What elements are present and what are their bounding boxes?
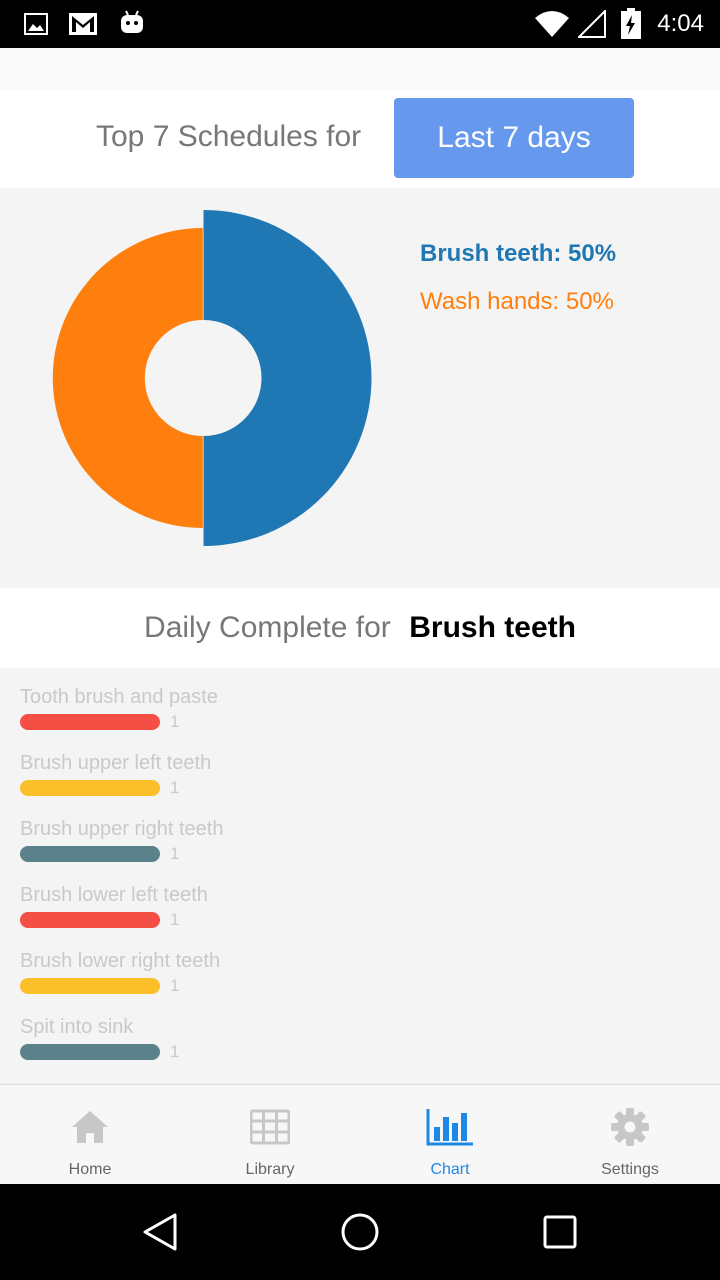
step-count: 1 [170, 778, 180, 797]
signal-icon [578, 10, 606, 38]
gear-icon [611, 1108, 649, 1146]
step-label: Tooth brush and paste [20, 686, 218, 708]
nav-item-settings[interactable]: Settings [540, 1085, 720, 1185]
nav-label: Chart [430, 1161, 470, 1178]
nav-item-library[interactable]: Library [180, 1085, 360, 1185]
daily-complete-header: Daily Complete for Brush teeth [0, 588, 720, 668]
pie-chart [52, 210, 372, 546]
nav-item-chart[interactable]: Chart [360, 1085, 540, 1185]
step-label: Brush lower right teeth [20, 950, 221, 972]
step-count: 1 [170, 976, 180, 995]
grid-icon [250, 1109, 290, 1145]
status-time: 4:04 [657, 10, 704, 37]
step-bar [20, 912, 160, 928]
top-spacer [0, 48, 720, 90]
home-circle-icon[interactable] [340, 1212, 380, 1252]
image-icon [24, 13, 48, 35]
chart-legend: Brush teeth: 50% Wash hands: 50% [420, 240, 616, 336]
status-bar: 4:04 [0, 0, 720, 48]
list-item: Spit into sink 1 [20, 998, 420, 1064]
step-count: 1 [170, 910, 180, 929]
daily-schedule-name: Brush teeth [409, 611, 576, 644]
header-label: Top 7 Schedules for [96, 120, 362, 153]
home-icon [72, 1111, 108, 1143]
range-button[interactable]: Last 7 days [394, 98, 634, 178]
step-label: Brush lower left teeth [20, 884, 208, 906]
list-item: Brush lower left teeth 1 [20, 866, 420, 932]
step-count: 1 [170, 1042, 180, 1061]
step-bar [20, 714, 160, 730]
pie-slice-wash-hands[interactable] [52, 228, 203, 528]
battery-icon [621, 8, 641, 39]
steps-list: Tooth brush and paste 1 Brush upper left… [0, 668, 720, 1084]
schedule-header: Top 7 Schedules for Last 7 days [0, 90, 720, 188]
gmail-icon [69, 13, 97, 35]
step-bar [20, 780, 160, 796]
system-nav-bar [0, 1184, 720, 1280]
legend-item-wash-hands[interactable]: Wash hands: 50% [420, 288, 616, 316]
list-item: Brush lower right teeth 1 [20, 932, 420, 998]
list-item: Brush upper left teeth 1 [20, 734, 420, 800]
step-bar [20, 978, 160, 994]
step-bar [20, 1044, 160, 1060]
nav-label: Home [68, 1161, 112, 1178]
daily-label: Daily Complete for [144, 611, 391, 644]
list-item: Brush upper right teeth 1 [20, 800, 420, 866]
step-label: Brush upper left teeth [20, 752, 212, 774]
nav-item-home[interactable]: Home [0, 1085, 180, 1185]
bar-chart-icon [426, 1109, 473, 1146]
step-count: 1 [170, 712, 180, 731]
recents-icon[interactable] [542, 1214, 578, 1250]
bottom-nav: Home Library Chart Settings [0, 1084, 720, 1184]
step-count: 1 [170, 844, 180, 863]
legend-item-brush-teeth[interactable]: Brush teeth: 50% [420, 240, 616, 268]
step-label: Brush upper right teeth [20, 818, 224, 840]
android-icon [121, 10, 143, 33]
step-label: Spit into sink [20, 1016, 134, 1038]
nav-label: Library [245, 1161, 295, 1178]
step-bar [20, 846, 160, 862]
nav-label: Settings [601, 1161, 659, 1178]
wifi-icon [535, 11, 569, 37]
back-icon[interactable] [140, 1212, 180, 1252]
chart-area: Brush teeth: 50% Wash hands: 50% [0, 188, 720, 588]
pie-slice-brush-teeth[interactable] [203, 210, 372, 546]
list-item: Tooth brush and paste 1 [20, 668, 420, 734]
